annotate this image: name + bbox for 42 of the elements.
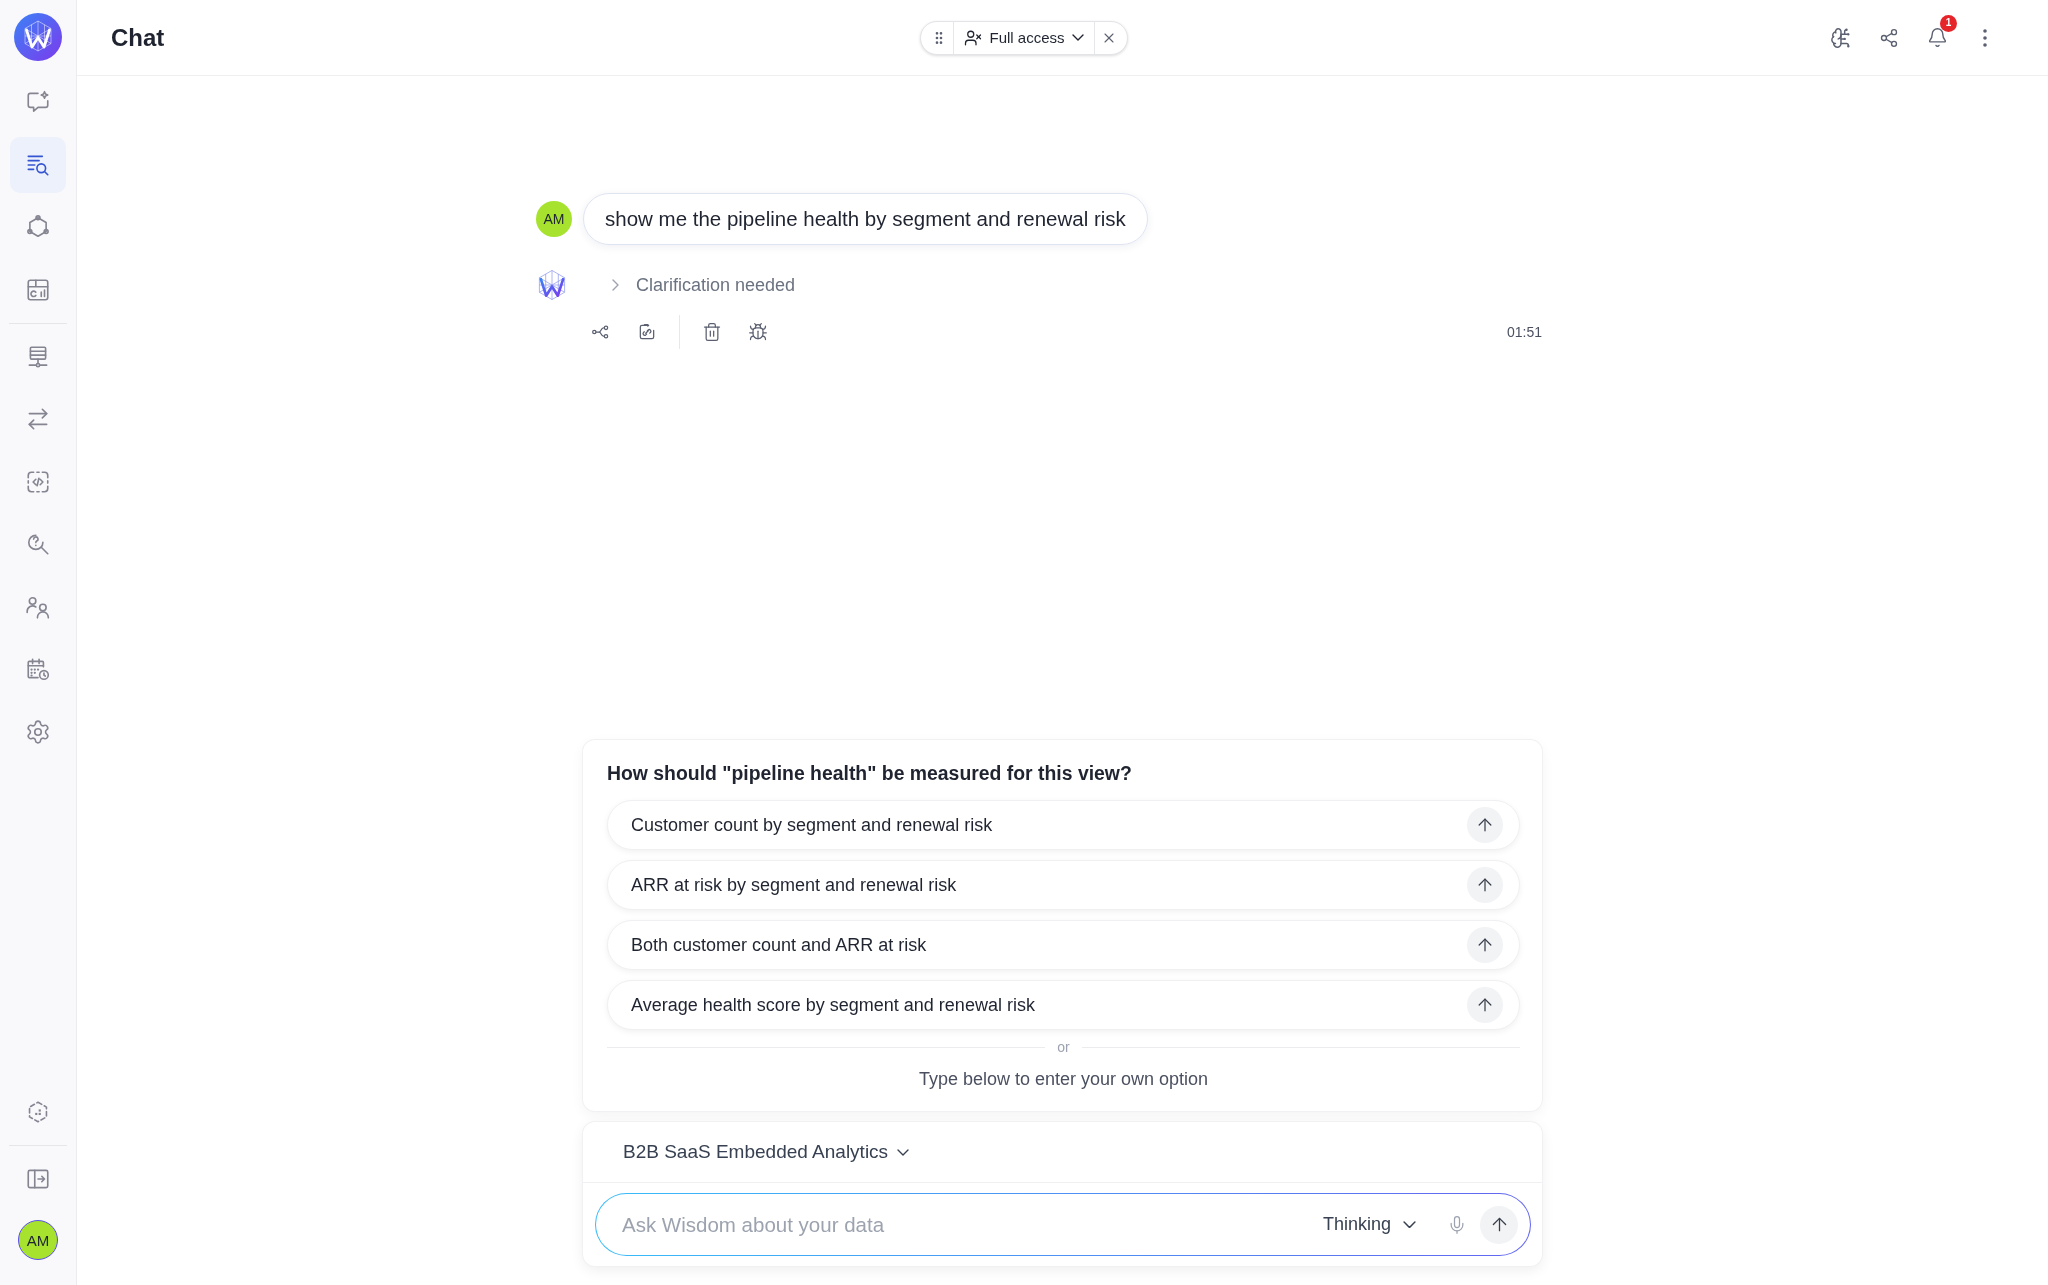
assistant-logo-icon <box>536 269 568 301</box>
chat-sparkle-icon <box>25 89 51 115</box>
access-dropdown[interactable]: Full access <box>954 21 1094 54</box>
submit-option-button[interactable] <box>1467 987 1503 1023</box>
code-icon <box>25 468 51 495</box>
chevron-down-icon <box>897 1148 910 1156</box>
logo-icon <box>14 13 62 61</box>
dataset-dropdown[interactable]: B2B SaaS Embedded Analytics <box>623 1141 910 1163</box>
dashboard-icon <box>25 276 51 303</box>
separator-label: or <box>1057 1039 1070 1055</box>
brain-circuit-icon <box>1830 26 1852 49</box>
settings-icon <box>25 718 51 745</box>
mode-dropdown[interactable]: Thinking <box>1322 1214 1416 1235</box>
submit-option-button[interactable] <box>1467 927 1503 963</box>
user-avatar: AM <box>536 201 572 237</box>
calendar-clock-icon <box>25 656 51 682</box>
message-time: 01:51 <box>1506 324 1542 340</box>
answer-option[interactable]: ARR at risk by segment and renewal risk <box>607 860 1520 910</box>
hint-text: Type below to enter your own option <box>918 1068 1209 1090</box>
trash-icon <box>702 322 722 342</box>
user-x-icon <box>964 28 983 47</box>
answer-option[interactable]: Both customer count and ARR at risk <box>607 920 1520 970</box>
sidebar-item[interactable] <box>10 136 66 193</box>
clarification-toggle[interactable]: Clarification needed <box>612 274 796 296</box>
square-link-icon <box>637 322 657 342</box>
share-icon <box>1879 27 1899 48</box>
chat-input-field[interactable]: Ask Wisdom about your data Thinking <box>595 1193 1531 1256</box>
chevron-down-icon <box>1403 1220 1416 1229</box>
more-icon <box>1983 28 1987 47</box>
bug-icon <box>748 322 768 342</box>
submit-option-button[interactable] <box>1467 807 1503 843</box>
submit-option-button[interactable] <box>1467 867 1503 903</box>
answer-option[interactable]: Average health score by segment and renewal risk <box>607 980 1520 1030</box>
clarification-question: How should "pipeline health" be measured for this view? <box>607 761 1133 786</box>
user-avatar[interactable]: AM <box>18 1220 58 1260</box>
notification-badge: 1 <box>1940 14 1957 32</box>
chevron-down-icon <box>1071 34 1084 41</box>
send-button[interactable] <box>1480 1205 1518 1244</box>
hexagon-nodes-icon <box>25 214 51 240</box>
bell-icon <box>1926 27 1948 48</box>
page-title: Chat <box>111 23 165 52</box>
answer-option[interactable]: Customer count by segment and renewal risk <box>607 800 1520 850</box>
